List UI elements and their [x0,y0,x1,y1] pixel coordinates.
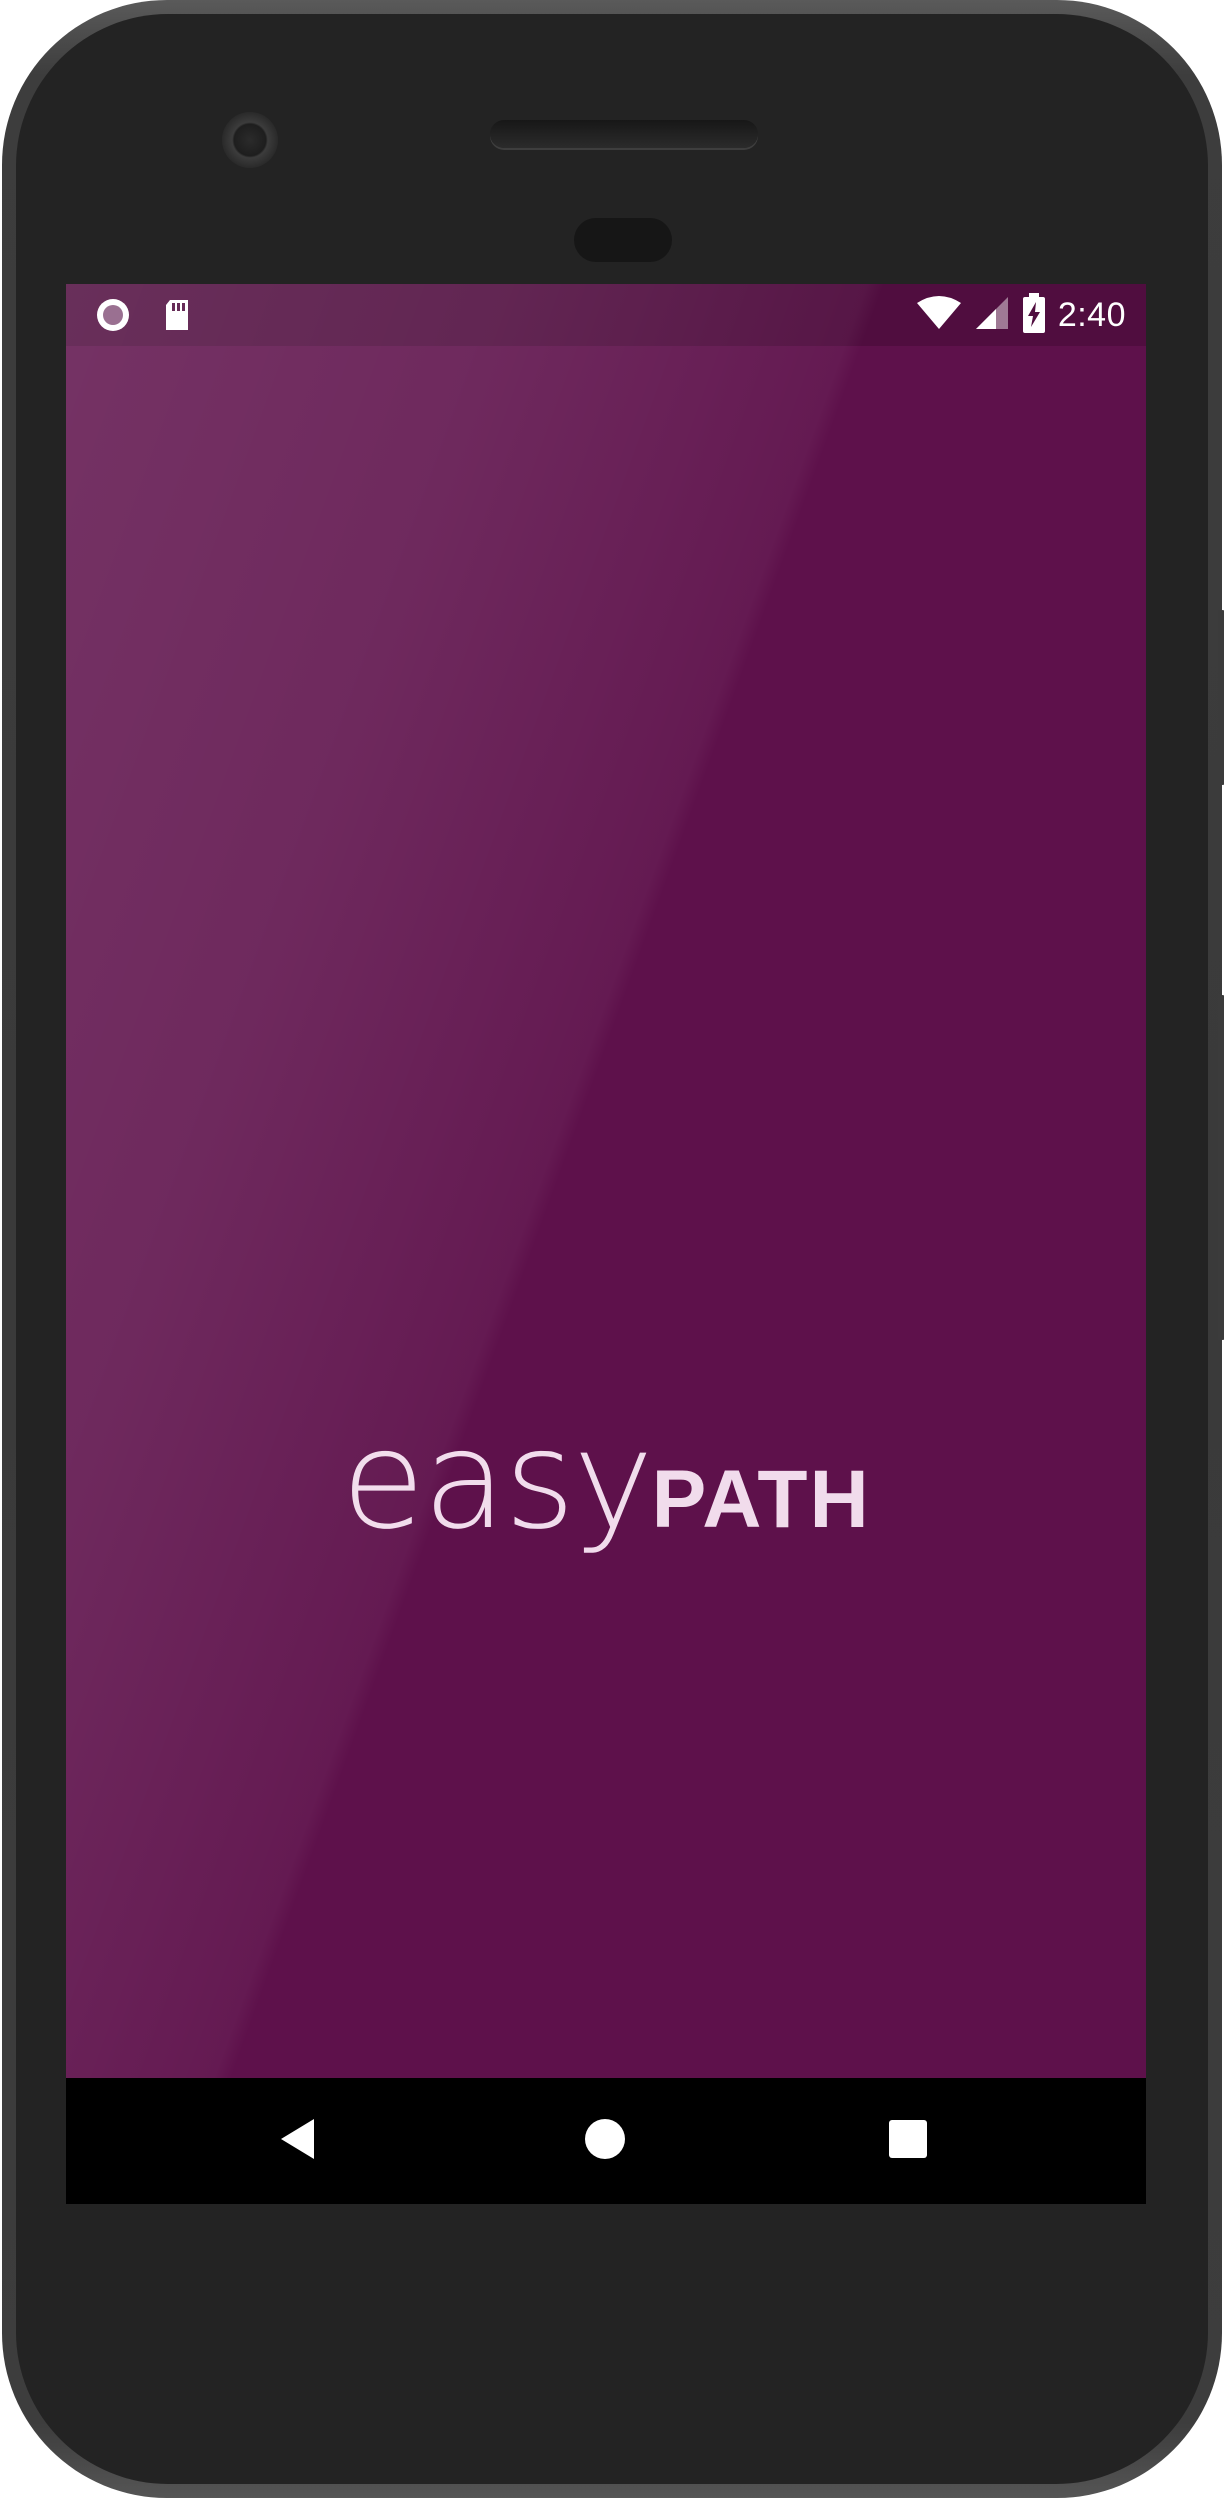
record-indicator-icon [94,296,132,334]
front-camera [222,112,278,168]
home-icon [584,2118,626,2165]
wifi-icon [916,295,962,336]
battery-charging-icon [1022,292,1046,338]
proximity-sensor [574,218,672,262]
sd-card-icon [158,296,196,334]
app-logo: easyPATH [66,1402,1146,1560]
volume-button [1218,995,1224,1340]
earpiece-speaker [490,120,758,148]
status-bar: 2:40 [66,284,1146,346]
recents-button[interactable] [828,2078,988,2204]
clock-time: 2:40 [1057,295,1126,334]
status-bar-right: 2:40 [916,284,1126,346]
logo-word-path: PATH [651,1454,871,1545]
back-button[interactable] [218,2078,378,2204]
logo-word-easy: easy [341,1402,653,1560]
cell-signal-icon [974,295,1010,336]
screen-glare [66,284,1146,2204]
screen: 2:40 easyPATH [66,284,1146,2204]
back-icon [278,2117,318,2166]
home-button[interactable] [525,2078,685,2204]
recents-icon [888,2119,928,2164]
navigation-bar [66,2078,1146,2204]
power-button [1218,610,1224,785]
